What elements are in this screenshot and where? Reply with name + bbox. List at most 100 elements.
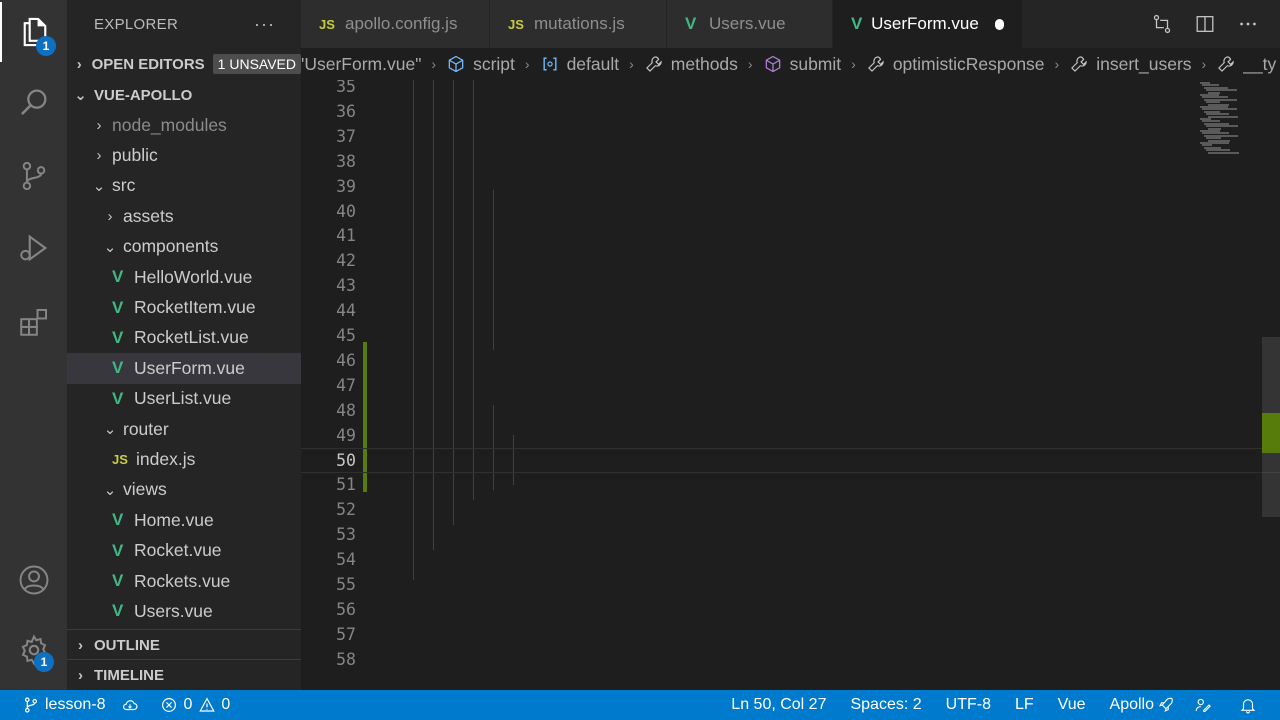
status-right: Ln 50, Col 27 Spaces: 2 UTF-8 LF Vue Apo… [731, 690, 1280, 720]
code-line: 37 [301, 124, 1280, 149]
timeline-section[interactable]: › TIMELINE [67, 659, 301, 690]
cursor-position[interactable]: Ln 50, Col 27 [731, 696, 826, 714]
tree-item[interactable]: › assets [67, 201, 301, 231]
manage-activity-button[interactable]: 1 [0, 620, 67, 680]
breadcrumb-methods[interactable]: methods [644, 54, 738, 75]
breadcrumb-default[interactable]: default [540, 54, 619, 75]
tree-item[interactable]: ⌄ views [67, 475, 301, 505]
line-number: 38 [336, 151, 356, 171]
code-line: 44 [301, 298, 1280, 323]
split-editor-icon[interactable] [1194, 13, 1216, 35]
breadcrumb-label: insert_users [1096, 53, 1192, 74]
code-editor[interactable]: 35 36 37 38 39 40 41 42 43 44 45 46 47 48 49 50 51 52 53 54… [301, 80, 1280, 690]
status-bar: lesson-8 0 0 Ln 50, Col 27 Spaces: 2 UTF… [0, 690, 1280, 720]
tree-item[interactable]: V RocketList.vue [67, 323, 301, 353]
code-line: 55 [301, 572, 1280, 597]
project-label: VUE-APOLLO [94, 86, 193, 104]
tree-item[interactable]: V Home.vue [67, 505, 301, 535]
scrollbar-change-marker [1262, 413, 1280, 453]
project-section[interactable]: ⌄ VUE-APOLLO [67, 80, 301, 110]
warning-icon [199, 697, 216, 712]
git-branch-icon [24, 697, 38, 713]
search-activity-button[interactable] [0, 72, 67, 132]
source-control-icon [22, 161, 45, 191]
chevron-down-icon: ⌄ [103, 421, 117, 439]
encoding[interactable]: UTF-8 [946, 696, 991, 714]
tree-item[interactable]: ⌄ router [67, 414, 301, 444]
code-line: 41 [301, 223, 1280, 248]
chevron-down-icon: ⌄ [92, 177, 106, 195]
tab-apollo-config-js[interactable]: JS apollo.config.js [301, 0, 490, 48]
tree-item[interactable]: JS index.js [67, 444, 301, 474]
tree-item[interactable]: › node_modules [67, 110, 301, 140]
code-line: 47 [301, 373, 1280, 398]
extensions-activity-button[interactable] [0, 292, 67, 352]
breadcrumb-file[interactable]: 'UserForm.vue" [301, 54, 421, 75]
breadcrumb-label: methods [670, 53, 738, 74]
more-actions-icon[interactable] [1237, 13, 1259, 35]
breadcrumb---ty[interactable]: __ty [1216, 54, 1276, 75]
apollo-status[interactable]: Apollo [1110, 696, 1180, 714]
line-number: 40 [336, 201, 356, 221]
code-line: 50 [301, 447, 1280, 473]
explorer-more-button[interactable]: ··· [254, 14, 275, 35]
feedback-button[interactable] [1194, 696, 1217, 714]
branch-status[interactable]: lesson-8 [22, 696, 105, 714]
explorer-header: EXPLORER ··· [67, 0, 301, 48]
tree-item-label: RocketItem.vue [134, 297, 256, 318]
chevron-down-icon: ⌄ [74, 87, 87, 104]
tree-item[interactable]: V Rocket.vue [67, 535, 301, 565]
js-file-icon: JS [112, 451, 128, 467]
source-control-activity-button[interactable] [0, 146, 67, 206]
line-number: 49 [336, 425, 356, 445]
problems-status[interactable]: 0 0 [160, 696, 230, 714]
unsaved-dot-icon[interactable] [994, 18, 1004, 30]
indentation[interactable]: Spaces: 2 [850, 696, 921, 714]
language-mode[interactable]: Vue [1058, 696, 1086, 714]
notifications-button[interactable] [1239, 696, 1262, 714]
breadcrumb: 'UserForm.vue" › script › default › methods › s… [301, 48, 1280, 80]
tree-item-label: public [112, 145, 158, 166]
outline-section[interactable]: › OUTLINE [67, 629, 301, 660]
tree-item[interactable]: V HelloWorld.vue [67, 262, 301, 292]
tab-userform-vue[interactable]: V UserForm.vue [833, 0, 1023, 48]
tab-mutations-js[interactable]: JS mutations.js [490, 0, 667, 48]
vue-file-icon: V [112, 267, 124, 287]
compare-changes-icon[interactable] [1151, 13, 1173, 35]
sync-button[interactable] [121, 696, 144, 714]
breadcrumb-insert-users[interactable]: insert_users [1069, 53, 1192, 75]
line-ending[interactable]: LF [1015, 696, 1034, 714]
tree-item[interactable]: V RocketItem.vue [67, 292, 301, 322]
breadcrumb-label: optimisticResponse [892, 53, 1045, 74]
vue-file-icon: V [112, 601, 124, 621]
accounts-activity-button[interactable] [0, 550, 67, 610]
tree-item[interactable]: ⌄ src [67, 171, 301, 201]
rocket-icon [1158, 697, 1173, 713]
tab-label: apollo.config.js [345, 14, 458, 33]
open-editors-section[interactable]: › OPEN EDITORS 1 UNSAVED [67, 48, 301, 80]
tree-item[interactable]: V UserList.vue [67, 384, 301, 414]
line-number: 52 [336, 500, 356, 520]
line-number: 50 [336, 450, 356, 470]
breadcrumb-optimisticresponse[interactable]: optimisticResponse [866, 54, 1045, 75]
code-line: 39 [301, 174, 1280, 199]
breadcrumb-script[interactable]: script [446, 54, 515, 75]
tree-item[interactable]: V Users.vue [67, 596, 301, 626]
tree-item-label: views [123, 479, 167, 500]
tab-label: mutations.js [534, 14, 625, 33]
line-number: 55 [336, 575, 356, 594]
tree-item[interactable]: › public [67, 140, 301, 170]
tree-item[interactable]: V Rockets.vue [67, 566, 301, 596]
tree-item[interactable]: ⌄ components [67, 232, 301, 262]
chevron-right-icon: › [747, 56, 753, 72]
explorer-activity-button[interactable]: 1 [0, 2, 67, 62]
breadcrumb-submit[interactable]: submit [763, 54, 841, 75]
tree-item[interactable]: V UserForm.vue [67, 353, 301, 384]
line-number: 57 [336, 624, 356, 644]
editor-actions [1130, 0, 1280, 48]
vue-file-icon: V [112, 297, 124, 317]
tab-users-vue[interactable]: V Users.vue [667, 0, 833, 48]
wrench-icon [867, 56, 884, 72]
line-number: 56 [336, 599, 356, 619]
run-debug-activity-button[interactable] [0, 218, 67, 278]
